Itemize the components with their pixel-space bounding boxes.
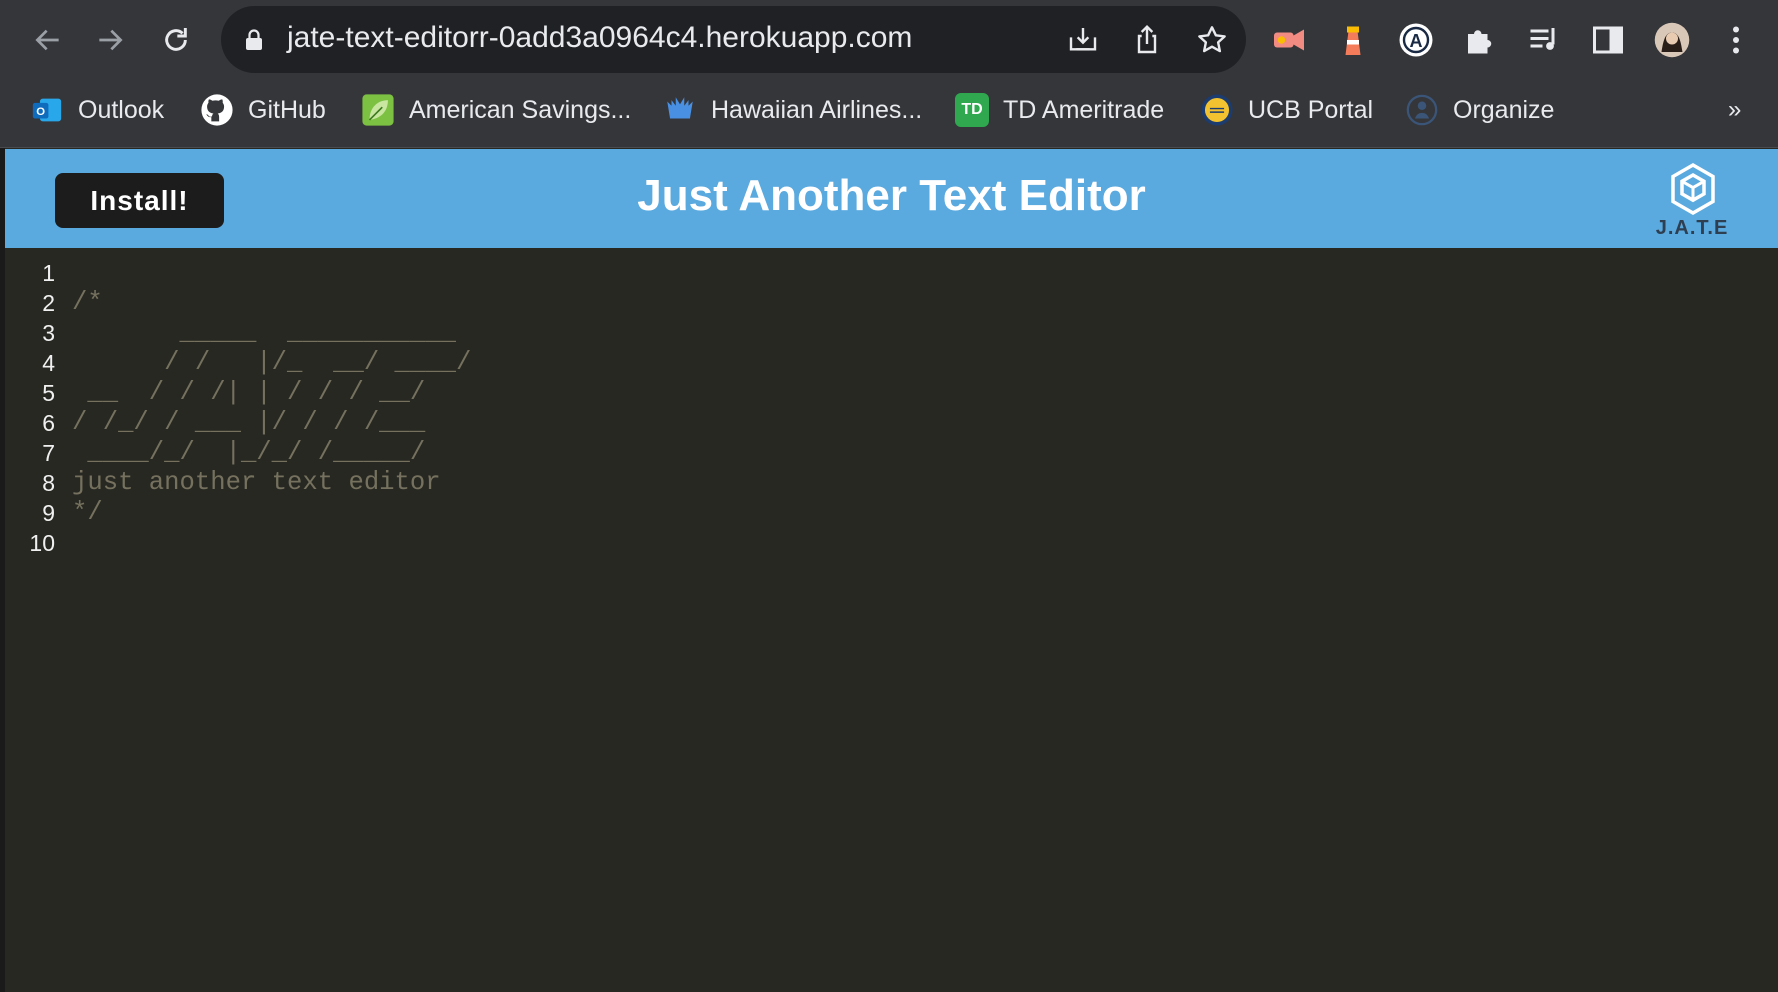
bookmark-label: Outlook [78,95,165,124]
star-icon[interactable] [1193,21,1231,59]
code-line[interactable]: / /_/ / ___ |/ / / /___ [72,408,471,438]
code-line[interactable]: just another text editor [72,468,471,498]
logo-text: J.A.T.E [1655,217,1729,239]
line-number: 2 [42,290,55,316]
code-line[interactable]: / / |/_ __/ ____/ [72,348,471,378]
install-app-icon[interactable] [1064,21,1102,59]
code-editor[interactable]: 1 2 3 4 5 6 7 8 9 10 /* _____ __________… [5,248,1778,992]
browser-chrome: jate-text-editorr-0add3a0964c4.herokuapp… [0,0,1778,148]
bookmark-label: TD Ameritrade [1003,95,1165,124]
bookmark-label: GitHub [248,95,326,124]
code-line[interactable]: /* [72,288,471,318]
code-line[interactable]: _____ ___________ [72,318,471,348]
kebab-menu-icon[interactable] [1714,18,1758,62]
jate-logo: J.A.T.E [1642,159,1742,245]
arrow-left-icon [35,29,59,51]
avatar[interactable] [1650,18,1694,62]
bookmark-label: Hawaiian Airlines... [711,95,923,124]
reload-icon [165,28,187,51]
bookmark-ucb-portal[interactable]: UCB Portal [1200,86,1373,134]
bookmark-label: American Savings... [409,95,632,124]
install-button[interactable]: Install! [55,173,224,228]
bookmark-outlook[interactable]: O Outlook [30,86,164,134]
line-number: 3 [42,320,55,346]
line-number: 9 [42,500,55,526]
line-number: 5 [42,380,55,406]
screen-recorder-extension-icon[interactable] [1267,18,1311,62]
logo-icon [1671,163,1715,215]
url-text: jate-text-editorr-0add3a0964c4.herokuapp… [287,21,913,54]
media-queue-icon[interactable] [1522,18,1566,62]
organize-icon [1405,93,1439,127]
github-icon [200,93,234,127]
line-number: 4 [42,350,55,376]
reload-button[interactable] [150,14,202,66]
address-bar[interactable]: jate-text-editorr-0add3a0964c4.herokuapp… [221,6,1246,73]
lighthouse-extension-icon[interactable] [1331,18,1375,62]
bookmark-hawaiian-airlines[interactable]: Hawaiian Airlines... [663,86,922,134]
page-title: Just Another Text Editor [637,171,1146,220]
line-number: 1 [42,260,55,286]
arrow-right-icon [99,29,123,51]
bookmark-organize[interactable]: Organize [1405,86,1554,134]
bookmarks-overflow-button[interactable]: » [1728,86,1741,134]
code-line[interactable]: */ [72,498,471,528]
line-number: 6 [42,410,55,436]
line-number: 7 [42,440,55,466]
account-extension-icon[interactable]: A [1394,18,1438,62]
bookmarks-bar: O Outlook GitHub American Savings... Haw… [0,86,1778,134]
outlook-icon: O [30,93,64,127]
bookmark-td-ameritrade[interactable]: TD TD Ameritrade [955,86,1164,134]
td-icon: TD [955,93,989,127]
chevron-double-right-icon: » [1728,96,1742,123]
forward-button[interactable] [84,14,136,66]
bookmark-label: UCB Portal [1248,95,1374,124]
svg-text:A: A [1410,31,1423,51]
td-badge-text: TD [961,101,983,118]
svg-text:O: O [36,106,45,118]
code-line[interactable]: ____/_/ |_/_/ /_____/ [72,438,471,468]
side-panel-icon[interactable] [1586,18,1630,62]
code-line[interactable]: __ / / /| | / / / __/ [72,378,471,408]
bookmark-label: Organize [1453,95,1555,124]
back-button[interactable] [22,14,74,66]
line-number: 10 [29,530,55,556]
bookmark-github[interactable]: GitHub [200,86,326,134]
ucb-icon [1200,93,1234,127]
puzzle-icon[interactable] [1458,18,1502,62]
line-number-gutter: 1 2 3 4 5 6 7 8 9 10 [5,258,55,558]
lock-icon [245,29,263,56]
app-header: Install! Just Another Text Editor J.A.T.… [5,149,1778,248]
code-line[interactable] [72,258,471,288]
code-line[interactable] [72,528,471,558]
bookmark-american-savings[interactable]: American Savings... [361,86,631,134]
code-content[interactable]: /* _____ ___________ / / |/_ __/ ____/ _… [72,258,471,558]
leaf-icon [361,93,395,127]
bank-icon [663,93,697,127]
share-icon[interactable] [1128,21,1166,59]
line-number: 8 [42,470,55,496]
